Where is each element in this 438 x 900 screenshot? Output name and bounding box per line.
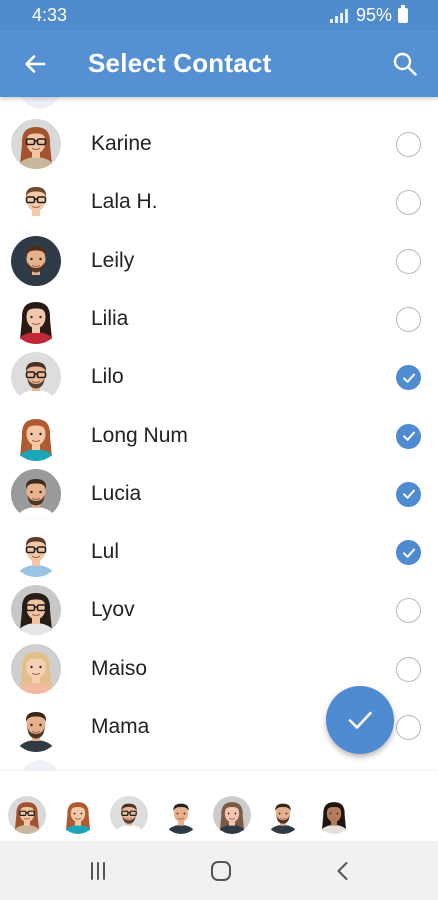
contact-name: Mama xyxy=(91,715,150,738)
selected-contact-avatar[interactable] xyxy=(315,796,354,834)
contact-name: Lucia xyxy=(91,481,142,505)
contact-checkbox[interactable] xyxy=(396,132,421,157)
contact-name: Long Num xyxy=(91,423,188,447)
contact-name: Lilo xyxy=(91,365,124,389)
page-title: Select Contact xyxy=(88,48,272,78)
contact-checkbox[interactable] xyxy=(396,598,421,624)
contact-checkbox[interactable] xyxy=(396,423,421,449)
contact-list[interactable]: Karine Lala H. Leily Lilia Lilo Long Num Lucia… xyxy=(0,97,438,770)
contact-checkbox[interactable] xyxy=(396,481,421,507)
avatar-peek-top xyxy=(20,97,60,109)
search-icon xyxy=(393,52,417,76)
status-time: 4:33 xyxy=(32,5,68,25)
contact-row[interactable]: Lilia xyxy=(0,290,438,348)
contact-name: Leily xyxy=(91,248,135,272)
avatar-peek-bottom xyxy=(20,760,60,770)
selected-contacts-strip xyxy=(0,770,438,841)
contact-row[interactable]: Karine xyxy=(0,115,438,173)
battery-icon xyxy=(398,5,408,23)
contact-row[interactable]: Lul xyxy=(0,523,438,581)
app-bar: Select Contact xyxy=(0,30,438,97)
status-bar: 4:33 95% xyxy=(0,0,438,30)
checkmark-icon xyxy=(402,373,415,383)
selected-contact-avatar[interactable] xyxy=(161,796,200,834)
recent-apps-icon xyxy=(91,862,105,880)
contact-avatar xyxy=(11,702,61,752)
contact-checkbox[interactable] xyxy=(396,540,421,566)
contact-checkbox[interactable] xyxy=(396,656,421,682)
signal-icon xyxy=(329,8,348,23)
contact-avatar xyxy=(11,235,61,286)
contact-avatar xyxy=(11,293,61,344)
contact-row[interactable]: Leily xyxy=(0,232,438,290)
contact-name: Karine xyxy=(91,132,152,155)
status-right: 95% xyxy=(329,5,408,26)
selected-contact-avatar[interactable] xyxy=(59,796,98,834)
home-icon xyxy=(211,861,231,881)
contact-avatar xyxy=(11,527,61,578)
contact-checkbox[interactable] xyxy=(396,306,421,332)
contact-avatar xyxy=(11,585,61,636)
contact-row[interactable]: Long Num xyxy=(0,407,438,465)
contact-avatar xyxy=(11,352,61,403)
system-nav-bar xyxy=(0,841,438,900)
confirm-fab[interactable] xyxy=(326,686,394,754)
back-chevron-icon xyxy=(337,862,348,880)
selected-contact-avatar[interactable] xyxy=(110,796,149,834)
battery-level: 95% xyxy=(355,5,392,25)
contact-avatar xyxy=(11,643,61,694)
checkmark-icon xyxy=(402,548,415,558)
contact-name: Maiso xyxy=(91,656,148,680)
checkmark-icon xyxy=(402,489,415,500)
contact-name: Lyov xyxy=(91,598,135,622)
contact-avatar xyxy=(11,177,61,228)
contact-row[interactable]: Lilo xyxy=(0,348,438,406)
contact-name: Lala H. xyxy=(91,190,158,214)
checkmark-icon xyxy=(348,711,372,729)
contact-row[interactable]: Lala H. xyxy=(0,173,438,231)
arrow-left-icon xyxy=(25,55,46,73)
contact-row[interactable]: Lyov xyxy=(0,581,438,639)
selected-contact-avatar[interactable] xyxy=(8,796,46,834)
contact-checkbox[interactable] xyxy=(396,365,421,391)
contact-checkbox[interactable] xyxy=(396,190,421,216)
contact-checkbox[interactable] xyxy=(396,715,421,740)
contact-avatar xyxy=(11,468,61,519)
selected-contact-avatar[interactable] xyxy=(264,796,302,834)
recent-apps-button[interactable] xyxy=(78,855,118,887)
contact-name: Lul xyxy=(91,540,120,564)
nav-back-button[interactable] xyxy=(323,855,363,887)
contact-row[interactable]: Lucia xyxy=(0,465,438,523)
home-button[interactable] xyxy=(201,855,241,887)
checkmark-icon xyxy=(402,431,415,441)
contact-name: Lilia xyxy=(91,306,129,330)
back-button[interactable] xyxy=(18,47,52,81)
contact-avatar xyxy=(11,410,61,461)
selected-contact-avatar[interactable] xyxy=(212,796,251,834)
contact-avatar xyxy=(11,119,61,169)
contact-checkbox[interactable] xyxy=(396,248,421,274)
search-button[interactable] xyxy=(388,47,422,81)
